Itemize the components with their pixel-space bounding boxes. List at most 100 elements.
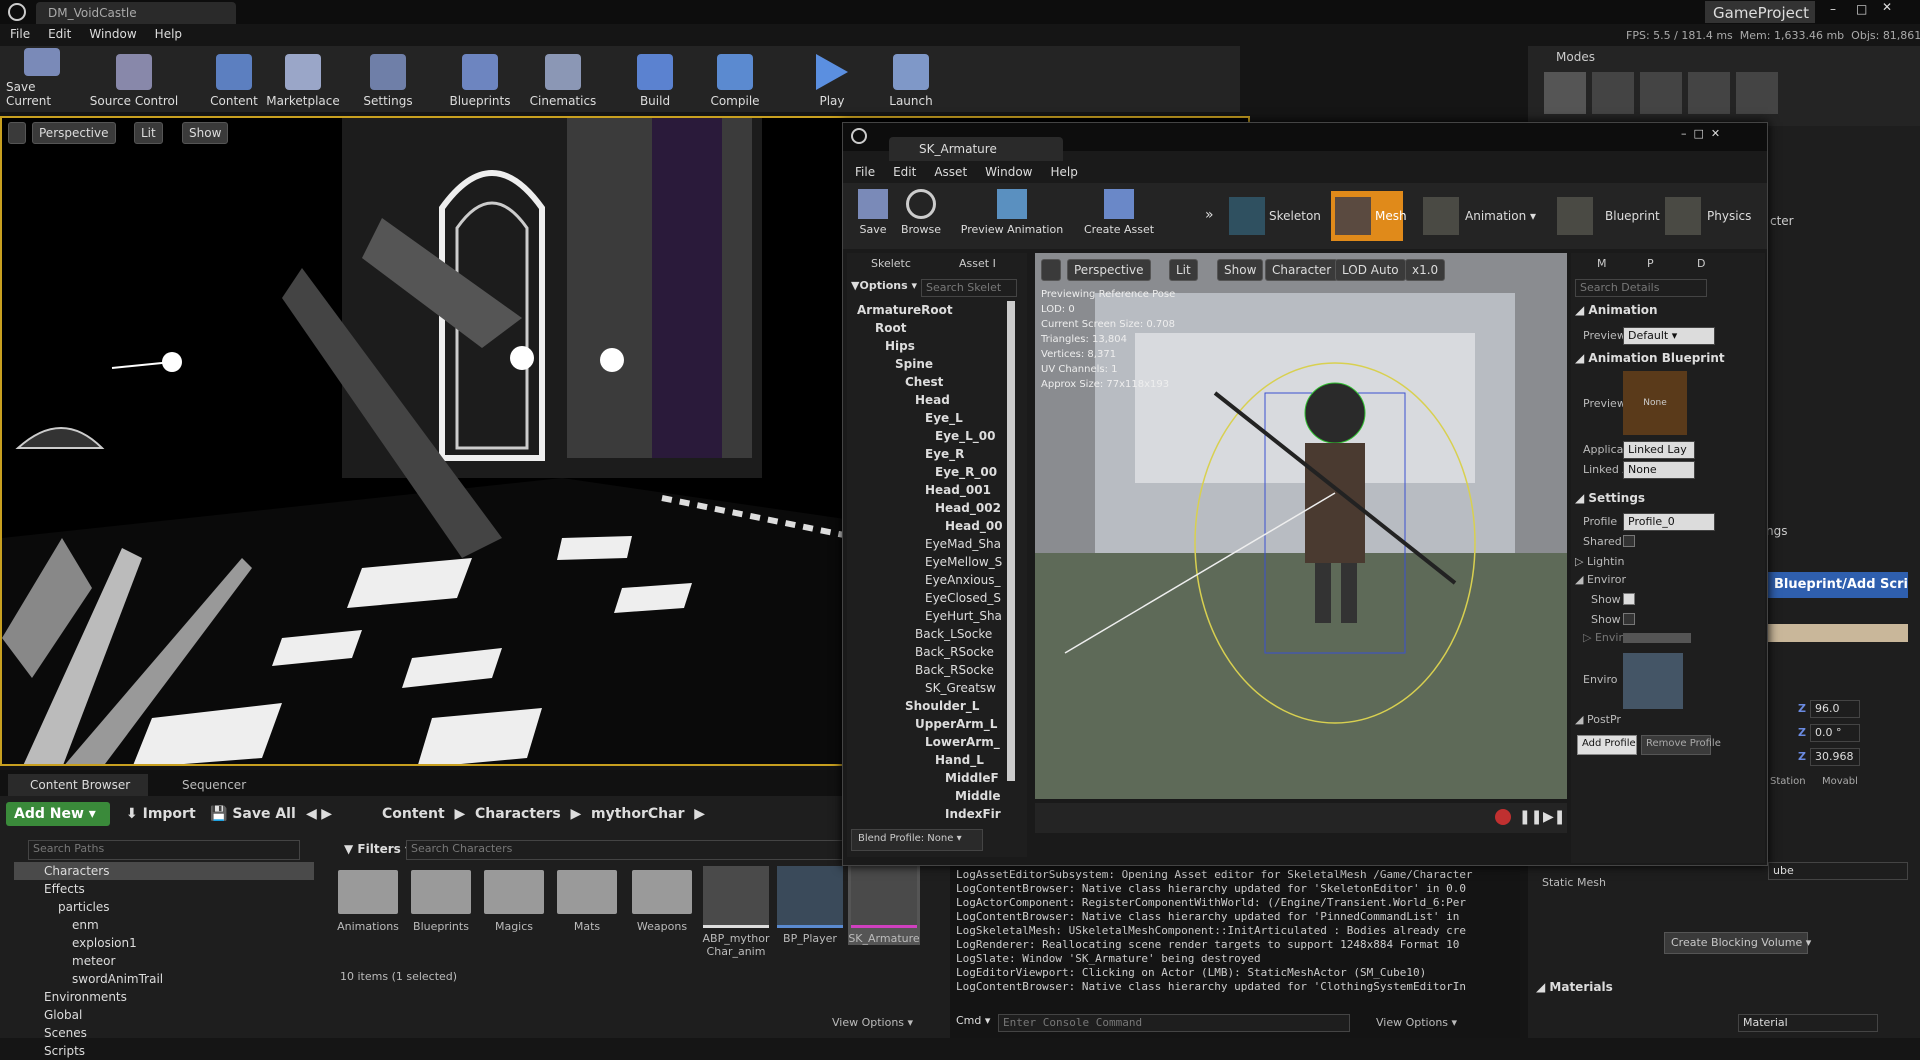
transform-field[interactable]: 96.0 bbox=[1810, 700, 1860, 718]
maximize-button[interactable]: □ bbox=[1856, 2, 1874, 18]
menu-edit[interactable]: Edit bbox=[48, 27, 71, 41]
menu-help[interactable]: Help bbox=[155, 27, 182, 41]
geometry-mode-icon[interactable] bbox=[1736, 72, 1778, 114]
bone-row[interactable]: EyeAnxious_ bbox=[851, 571, 1007, 589]
character-button[interactable]: Character bbox=[1265, 259, 1339, 281]
shared-checkbox[interactable] bbox=[1623, 535, 1635, 547]
tree-folder[interactable]: explosion1 bbox=[14, 934, 314, 952]
tab-preview-settings[interactable]: P bbox=[1627, 257, 1654, 270]
mode-skeleton[interactable]: Skeleton bbox=[1229, 193, 1321, 239]
editor-window-controls[interactable]: – □ ✕ bbox=[1681, 127, 1761, 141]
editor-show-button[interactable]: Show bbox=[1217, 259, 1264, 281]
marketplace-button[interactable]: Marketplace bbox=[265, 48, 341, 108]
show-button[interactable]: Show bbox=[182, 122, 229, 144]
tree-folder[interactable]: Scripts bbox=[14, 1042, 314, 1060]
console-command-input[interactable]: Enter Console Command bbox=[998, 1014, 1350, 1032]
bone-row[interactable]: Middle bbox=[851, 787, 1007, 805]
postprocess-section[interactable]: ◢ PostPr bbox=[1575, 713, 1621, 726]
create-blocking-volume-button[interactable]: Create Blocking Volume ▾ bbox=[1664, 932, 1811, 954]
perspective-button[interactable]: Perspective bbox=[32, 122, 116, 144]
lod-auto-button[interactable]: LOD Auto bbox=[1335, 259, 1406, 281]
source-control-button[interactable]: Source Control bbox=[86, 48, 182, 108]
editor-menu-file[interactable]: File bbox=[855, 165, 875, 179]
bone-row[interactable]: MiddleF bbox=[851, 769, 1007, 787]
bone-row[interactable]: ArmatureRoot bbox=[851, 301, 1007, 319]
tab-skeleton-tree[interactable]: Skeletc bbox=[853, 257, 911, 270]
asset-thumbnail-selected[interactable]: SK_Armature bbox=[848, 866, 920, 945]
content-button[interactable]: Content bbox=[206, 48, 262, 108]
blend-profile-dropdown[interactable]: Blend Profile: None ▾ bbox=[851, 829, 983, 851]
import-button[interactable]: ⬇ Import bbox=[126, 806, 196, 822]
color-swatch[interactable] bbox=[1768, 624, 1908, 642]
linked-field[interactable]: None bbox=[1623, 461, 1695, 479]
paint-mode-icon[interactable] bbox=[1592, 72, 1634, 114]
socket-row[interactable]: Back_LSocke bbox=[851, 625, 1007, 643]
mobility-movable[interactable]: Movabl bbox=[1822, 776, 1858, 787]
search-characters-input[interactable]: Search Characters bbox=[406, 840, 846, 860]
record-icon[interactable] bbox=[1495, 809, 1511, 825]
editor-menu-asset[interactable]: Asset bbox=[934, 165, 967, 179]
save-all-button[interactable]: 💾 Save All bbox=[210, 806, 296, 822]
materials-section[interactable]: ◢ Materials bbox=[1536, 980, 1613, 994]
minimize-button[interactable]: – bbox=[1830, 2, 1848, 18]
create-asset-button[interactable]: Create Asset bbox=[1079, 189, 1159, 236]
bone-row[interactable]: Eye_R bbox=[851, 445, 1007, 463]
tree-scrollbar[interactable] bbox=[1007, 301, 1015, 781]
tab-sk-armature[interactable]: SK_Armature bbox=[889, 137, 1063, 161]
bone-row[interactable]: Eye_L_00 bbox=[851, 427, 1007, 445]
mode-physics[interactable]: Physics bbox=[1665, 193, 1761, 239]
bone-row[interactable]: EyeMad_Sha bbox=[851, 535, 1007, 553]
search-paths-input[interactable]: Search Paths bbox=[28, 840, 300, 860]
add-new-button[interactable]: Add New ▾ bbox=[6, 802, 110, 826]
bone-row[interactable]: Eye_R_00 bbox=[851, 463, 1007, 481]
asset-thumbnail[interactable]: ABP_mythor Char_anim bbox=[700, 866, 772, 958]
mode-mesh[interactable]: Mesh bbox=[1331, 191, 1407, 241]
show-floor-checkbox[interactable] bbox=[1623, 613, 1635, 625]
bone-row[interactable]: IndexFir bbox=[851, 805, 1007, 823]
show-env-checkbox[interactable] bbox=[1623, 593, 1635, 605]
bone-row[interactable]: LowerArm_ bbox=[851, 733, 1007, 751]
preview-animation-button[interactable]: Preview Animation bbox=[957, 189, 1067, 236]
viewport-options-button[interactable] bbox=[8, 122, 26, 144]
socket-row[interactable]: SK_Greatsw bbox=[851, 679, 1007, 697]
bone-row[interactable]: Shoulder_L bbox=[851, 697, 1007, 715]
view-options-button[interactable]: View Options ▾ bbox=[832, 1016, 913, 1029]
bone-row[interactable]: Chest bbox=[851, 373, 1007, 391]
tree-folder[interactable]: Global bbox=[14, 1006, 314, 1024]
breadcrumb-mythorchar[interactable]: mythorChar bbox=[591, 806, 685, 822]
editor-menu-edit[interactable]: Edit bbox=[893, 165, 916, 179]
speed-button[interactable]: x1.0 bbox=[1405, 259, 1446, 281]
search-details-input[interactable]: Search Details bbox=[1575, 279, 1707, 297]
preview-dropdown[interactable]: Default ▾ bbox=[1623, 327, 1715, 345]
menu-file[interactable]: File bbox=[10, 27, 30, 41]
bone-row[interactable]: Spine bbox=[851, 355, 1007, 373]
close-button[interactable]: ✕ bbox=[1882, 0, 1910, 18]
play-button[interactable]: Play bbox=[808, 48, 856, 108]
menu-window[interactable]: Window bbox=[89, 27, 136, 41]
static-mesh-dropdown[interactable]: ube bbox=[1768, 862, 1908, 880]
asset-thumbnail[interactable]: BP_Player bbox=[774, 866, 846, 945]
bone-row[interactable]: Hand_L bbox=[851, 751, 1007, 769]
socket-row[interactable]: Back_RSocke bbox=[851, 661, 1007, 679]
animation-section[interactable]: ◢ Animation bbox=[1575, 303, 1658, 317]
foliage-mode-icon[interactable] bbox=[1688, 72, 1730, 114]
anim-bp-thumbnail[interactable]: None bbox=[1623, 371, 1687, 435]
tree-folder[interactable]: Environments bbox=[14, 988, 314, 1006]
place-mode-icon[interactable] bbox=[1544, 72, 1586, 114]
asset-folder[interactable]: Weapons bbox=[626, 870, 698, 933]
animation-blueprint-section[interactable]: ◢ Animation Blueprint bbox=[1575, 351, 1725, 365]
environment-section[interactable]: ◢ Enviror bbox=[1575, 573, 1626, 586]
editor-menu-window[interactable]: Window bbox=[985, 165, 1032, 179]
editor-browse-button[interactable]: Browse bbox=[899, 189, 943, 236]
asset-folder[interactable]: Magics bbox=[478, 870, 550, 933]
landscape-mode-icon[interactable] bbox=[1640, 72, 1682, 114]
bone-row[interactable]: UpperArm_L bbox=[851, 715, 1007, 733]
tab-mesh-details[interactable]: M bbox=[1577, 257, 1607, 270]
breadcrumb-content[interactable]: Content bbox=[382, 806, 445, 822]
lighting-section[interactable]: ▷ Lightin bbox=[1575, 555, 1624, 568]
socket-row[interactable]: Back_RSocke bbox=[851, 643, 1007, 661]
blueprints-button[interactable]: Blueprints bbox=[448, 48, 512, 108]
bone-row[interactable]: Eye_L bbox=[851, 409, 1007, 427]
tab-asset-details[interactable]: Asset I bbox=[943, 257, 996, 270]
cinematics-button[interactable]: Cinematics bbox=[528, 48, 598, 108]
